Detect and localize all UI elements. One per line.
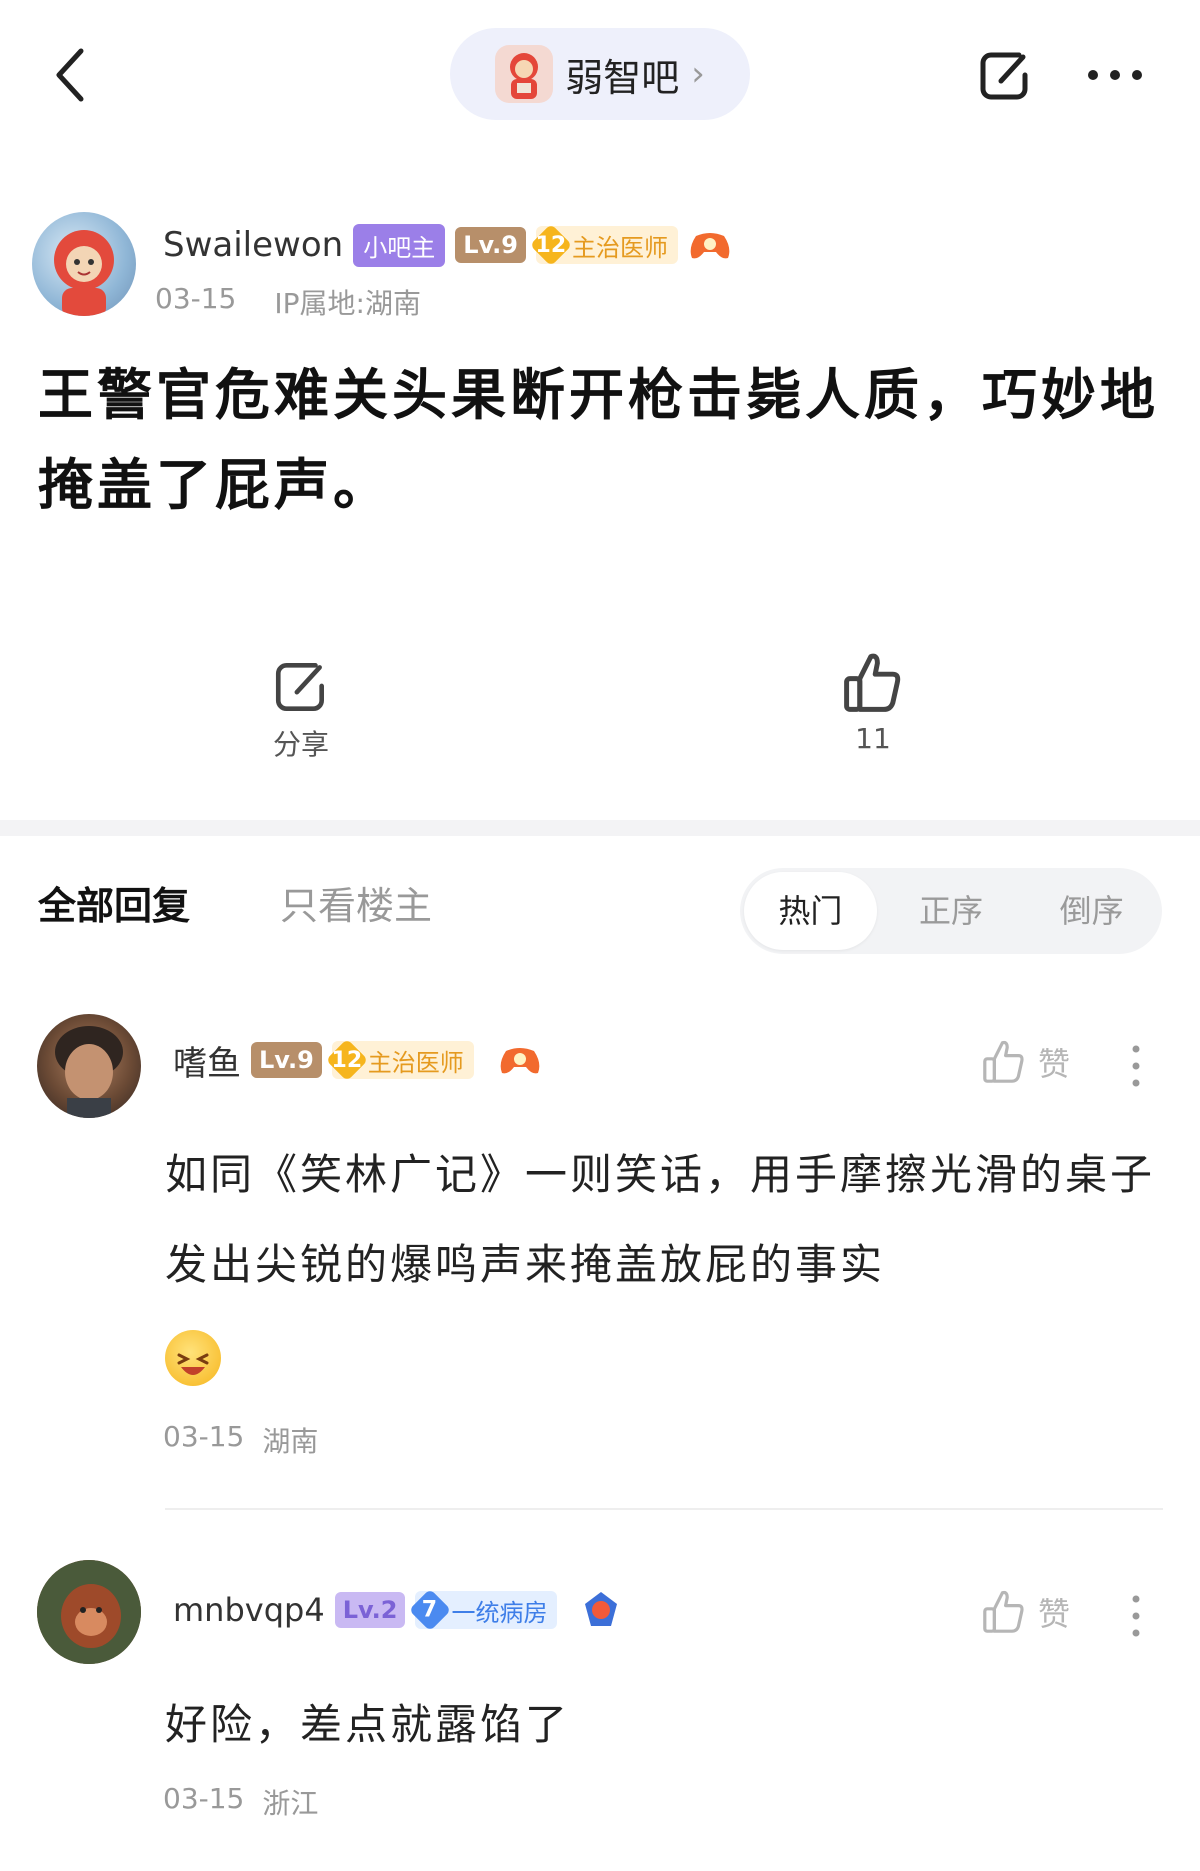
rank-badge: 12 主治医师 [529,223,678,267]
comment-author-name[interactable]: 嗜鱼 [173,1036,241,1085]
back-button[interactable] [40,30,100,120]
rank-number: 12 [325,1038,369,1082]
thumbs-up-icon [844,653,901,712]
post-meta: 03-15 IP属地:湖南 [155,282,421,322]
forum-name-button[interactable]: 弱智吧 › [450,28,750,120]
comment-author-avatar[interactable] [37,1014,141,1118]
share-icon [980,52,1028,100]
forum-avatar [495,45,554,103]
chevron-right-icon: › [691,54,705,94]
comment-divider [165,1508,1163,1510]
comment-more-button[interactable] [1116,1036,1156,1096]
rank-badge: 12 主治医师 [325,1038,474,1082]
tab-all-replies[interactable]: 全部回复 [38,875,190,930]
more-vertical-icon [1132,1045,1140,1087]
comment-meta: 03-15 湖南 [163,1420,318,1460]
post-author-line: Swailewon 小吧主 Lv.9 12 主治医师 [163,220,732,270]
rank-number: 12 [529,223,573,267]
level-badge: Lv.9 [251,1042,322,1078]
gamepad-icon [500,1048,540,1074]
comment-location: 湖南 [262,1425,319,1458]
post-author-avatar[interactable] [32,212,136,316]
comment-text: 好险，差点就露馅了 [165,1700,571,1749]
comment-date: 03-15 [163,1420,245,1453]
share-button[interactable] [970,40,1040,110]
comment-date: 03-15 [163,1782,245,1815]
rank-number: 7 [409,1588,452,1632]
post-like-button[interactable]: 11 [840,650,906,755]
comment-like-button[interactable]: 赞 [980,1038,1070,1086]
section-divider [0,820,1200,836]
thumbs-up-icon [983,1040,1024,1083]
comment-more-button[interactable] [1116,1586,1156,1646]
sort-toggle: 热门 正序 倒序 [740,868,1162,954]
thumbs-up-icon [983,1590,1024,1633]
gamepad-icon [690,233,730,259]
sort-ascending[interactable]: 正序 [885,872,1018,950]
comment-author-name[interactable]: mnbvqp4 [173,1591,325,1629]
rank-badge: 7 一统病房 [409,1588,558,1632]
forum-name: 弱智吧 [565,55,680,100]
like-label: 赞 [1038,1595,1071,1633]
more-horizontal-icon [1088,70,1142,80]
comment-meta: 03-15 浙江 [163,1782,318,1822]
rank-title: 一统病房 [451,1598,548,1627]
post-share-button[interactable]: 分享 [270,655,332,763]
medal-icon [585,1592,618,1626]
comment-header: mnbvqp4 Lv.2 7 一统病房 [173,1585,621,1635]
comment-location: 浙江 [262,1787,319,1820]
tab-owner-only[interactable]: 只看楼主 [280,875,432,930]
comment-author-avatar[interactable] [37,1560,141,1664]
chevron-left-icon [56,48,84,102]
like-label: 赞 [1038,1045,1071,1083]
rank-title: 主治医师 [572,233,668,262]
post-title: 王警官危难关头果断开枪击毙人质，巧妙地掩盖了屁声。 [38,362,1160,517]
top-actions [970,40,1150,110]
sort-descending[interactable]: 倒序 [1025,872,1158,950]
more-button[interactable] [1080,40,1150,110]
rank-title: 主治医师 [367,1048,464,1077]
comment-header: 嗜鱼 Lv.9 12 主治医师 [173,1035,542,1085]
comment-text: 如同《笑林广记》一则笑话，用手摩擦光滑的桌子发出尖锐的爆鸣声来掩盖放屁的事实 [165,1130,1165,1400]
more-vertical-icon [1132,1595,1140,1637]
like-count: 11 [855,722,891,755]
share-label: 分享 [272,728,329,761]
level-badge: Lv.2 [334,1592,406,1628]
moderator-badge: 小吧主 [353,223,446,267]
post-ip-location: IP属地:湖南 [274,287,421,320]
laughing-emoji-icon [165,1330,221,1386]
level-badge: Lv.9 [455,227,526,263]
share-icon [275,663,324,712]
sort-hot[interactable]: 热门 [744,872,877,950]
post-date: 03-15 [155,282,237,315]
post-author-name[interactable]: Swailewon [163,225,343,265]
comment-like-button[interactable]: 赞 [980,1588,1070,1636]
